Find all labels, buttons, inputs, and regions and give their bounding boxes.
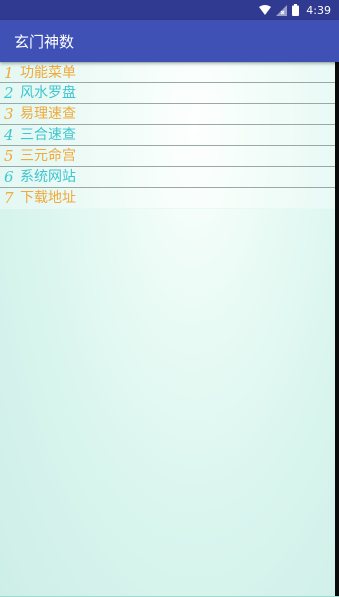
item-number: 2	[4, 84, 14, 102]
item-number: 7	[4, 189, 14, 207]
page-title: 玄门神数	[14, 32, 75, 51]
screen-edge	[335, 62, 339, 597]
menu-item-5[interactable]: 5 三元命宫	[0, 146, 335, 167]
item-number: 5	[4, 147, 14, 165]
status-bar: 4:39	[0, 0, 339, 20]
phone-screen: 4:39 玄门神数 1 功能菜单 2 风水罗盘 3 易理速查 4 三合速查 5	[0, 0, 339, 597]
item-number: 4	[4, 126, 14, 144]
app-bar: 玄门神数	[0, 20, 339, 62]
battery-icon	[292, 4, 300, 16]
menu-item-3[interactable]: 3 易理速查	[0, 104, 335, 125]
status-time: 4:39	[306, 3, 331, 17]
menu-item-7[interactable]: 7 下载地址	[0, 188, 335, 209]
main-content: 1 功能菜单 2 风水罗盘 3 易理速查 4 三合速查 5 三元命宫 6 系统网…	[0, 62, 336, 597]
item-label: 三合速查	[20, 127, 76, 143]
menu-list: 1 功能菜单 2 风水罗盘 3 易理速查 4 三合速查 5 三元命宫 6 系统网…	[0, 62, 335, 209]
signal-icon	[276, 4, 288, 16]
item-label: 功能菜单	[20, 64, 76, 81]
item-label: 易理速查	[20, 106, 76, 122]
menu-item-6[interactable]: 6 系统网站	[0, 167, 335, 188]
item-number: 1	[4, 63, 14, 82]
item-label: 系统网站	[20, 169, 76, 185]
item-number: 3	[4, 105, 14, 123]
menu-item-2[interactable]: 2 风水罗盘	[0, 83, 335, 104]
menu-item-1[interactable]: 1 功能菜单	[0, 62, 335, 83]
item-label: 三元命宫	[20, 148, 76, 164]
item-label: 风水罗盘	[20, 85, 76, 101]
wifi-icon	[259, 5, 272, 15]
item-number: 6	[4, 168, 14, 186]
menu-item-4[interactable]: 4 三合速查	[0, 125, 335, 146]
item-label: 下载地址	[20, 190, 76, 206]
